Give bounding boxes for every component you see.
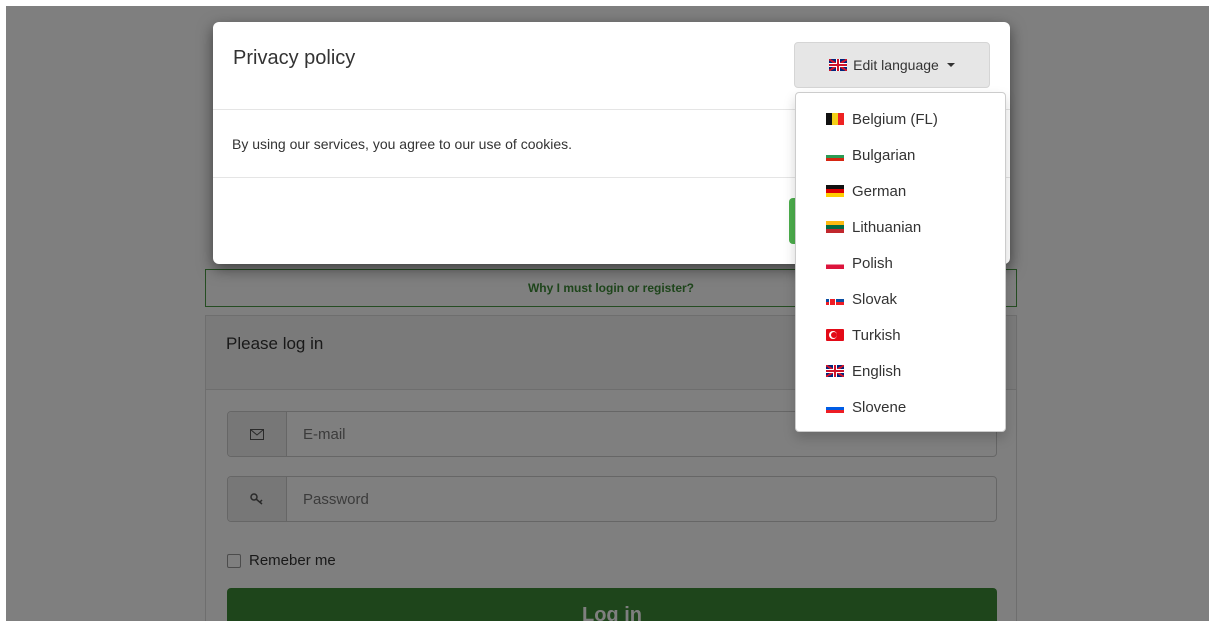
frame-edge <box>0 0 6 621</box>
language-item-english[interactable]: English <box>796 353 1005 389</box>
remember-me-label: Remeber me <box>249 552 336 569</box>
key-icon <box>228 477 287 521</box>
slovenia-flag-icon <box>826 404 844 413</box>
language-dropdown-menu: Belgium (FL) Bulgarian German Lithuanian… <box>795 92 1006 432</box>
frame-edge <box>0 0 1215 6</box>
cookie-notice-text: By using our services, you agree to our … <box>232 136 573 152</box>
language-item-belgium[interactable]: Belgium (FL) <box>796 101 1005 137</box>
remember-me-checkbox[interactable] <box>227 553 241 568</box>
password-input-group <box>227 476 997 522</box>
envelope-icon <box>228 412 287 456</box>
language-item-label: Slovak <box>852 290 898 308</box>
language-item-bulgarian[interactable]: Bulgarian <box>796 137 1005 173</box>
language-item-label: English <box>852 362 902 380</box>
language-item-label: Belgium (FL) <box>852 110 938 128</box>
language-item-lithuanian[interactable]: Lithuanian <box>796 209 1005 245</box>
login-button[interactable]: Log in <box>227 588 997 621</box>
remember-me: Remeber me <box>227 552 336 569</box>
turkey-flag-icon <box>826 329 844 341</box>
language-item-turkish[interactable]: Turkish <box>796 317 1005 353</box>
password-input[interactable] <box>287 477 996 521</box>
uk-flag-icon <box>829 59 848 71</box>
language-item-label: Turkish <box>852 326 901 344</box>
bulgaria-flag-icon <box>826 152 844 161</box>
germany-flag-icon <box>826 185 844 197</box>
caret-down-icon <box>946 63 955 67</box>
edit-language-button[interactable]: Edit language <box>794 42 990 88</box>
slovakia-flag-icon <box>826 296 844 306</box>
poland-flag-icon <box>826 260 844 269</box>
edit-language-label: Edit language <box>853 57 939 73</box>
language-item-label: Bulgarian <box>852 146 916 164</box>
lithuania-flag-icon <box>826 221 844 233</box>
language-item-german[interactable]: German <box>796 173 1005 209</box>
language-item-label: Polish <box>852 254 893 272</box>
uk-flag-icon <box>826 365 844 377</box>
language-item-slovak[interactable]: Slovak <box>796 281 1005 317</box>
language-item-slovene[interactable]: Slovene <box>796 389 1005 425</box>
language-item-label: Slovene <box>852 398 907 416</box>
modal-title: Privacy policy <box>233 47 356 69</box>
language-item-label: German <box>852 182 907 200</box>
language-item-polish[interactable]: Polish <box>796 245 1005 281</box>
frame-edge <box>1209 0 1215 621</box>
belgium-flag-icon <box>826 113 844 125</box>
language-item-label: Lithuanian <box>852 218 922 236</box>
